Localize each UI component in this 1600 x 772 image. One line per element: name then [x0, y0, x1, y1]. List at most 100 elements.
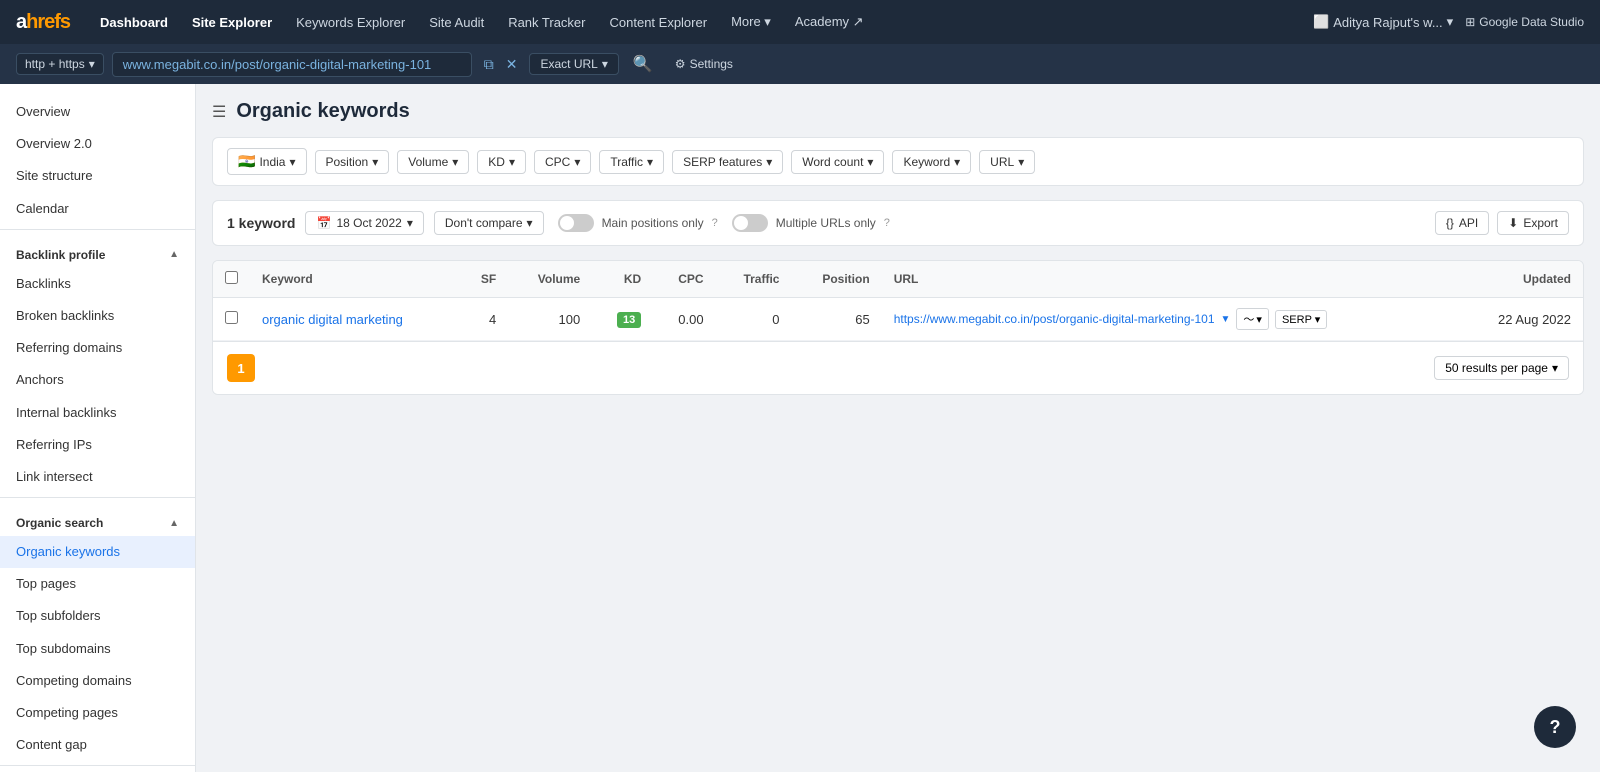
menu-toggle-icon[interactable]: ☰ [212, 102, 226, 122]
multiple-urls-toggle[interactable] [732, 214, 768, 232]
keywords-table: Keyword SF Volume KD CPC Traffic Positio… [213, 261, 1583, 341]
date-picker[interactable]: 📅 18 Oct 2022 ▾ [305, 211, 423, 235]
main-positions-toggle[interactable] [558, 214, 594, 232]
serp-button[interactable]: SERP ▾ [1275, 310, 1327, 329]
results-toolbar: 1 keyword 📅 18 Oct 2022 ▾ Don't compare … [212, 200, 1584, 246]
sidebar-item-referring-domains[interactable]: Referring domains [0, 332, 195, 364]
sidebar-item-top-subdomains[interactable]: Top subdomains [0, 633, 195, 665]
page-title-row: ☰ Organic keywords [212, 100, 1584, 123]
settings-label: Settings [690, 57, 733, 71]
current-page[interactable]: 1 [227, 354, 255, 382]
keyword-count: 1 keyword [227, 215, 295, 231]
filter-cpc[interactable]: CPC ▾ [534, 150, 591, 174]
protocol-selector[interactable]: http + https ▾ [16, 53, 104, 75]
sidebar-item-backlinks[interactable]: Backlinks [0, 268, 195, 300]
clear-url-button[interactable]: ✕ [502, 54, 522, 75]
nav-more[interactable]: More ▾ [721, 10, 781, 34]
nav-keywords-explorer[interactable]: Keywords Explorer [286, 11, 415, 34]
sidebar-item-site-structure[interactable]: Site structure [0, 160, 195, 192]
pagination-row: 1 50 results per page ▾ [213, 341, 1583, 394]
monitor-icon: ⬜ [1313, 14, 1329, 30]
per-page-label: 50 results per page [1445, 361, 1548, 375]
nav-site-audit[interactable]: Site Audit [419, 11, 494, 34]
top-nav: ahrefs Dashboard Site Explorer Keywords … [0, 0, 1600, 44]
sidebar-item-top-subfolders[interactable]: Top subfolders [0, 600, 195, 632]
user-menu[interactable]: ⬜ Aditya Rajput's w... ▾ [1313, 14, 1453, 30]
per-page-selector[interactable]: 50 results per page ▾ [1434, 356, 1569, 380]
url-search-button[interactable]: 🔍 [627, 52, 659, 76]
compare-selector[interactable]: Don't compare ▾ [434, 211, 544, 235]
sidebar-item-competing-pages[interactable]: Competing pages [0, 697, 195, 729]
keyword-link[interactable]: organic digital marketing [262, 312, 403, 327]
filter-cpc-chevron-icon: ▾ [574, 155, 580, 169]
protocol-chevron-icon: ▾ [89, 57, 95, 71]
sidebar-item-calendar[interactable]: Calendar [0, 193, 195, 225]
filter-traffic[interactable]: Traffic ▾ [599, 150, 664, 174]
backlink-profile-chevron-icon: ▲ [169, 249, 179, 260]
settings-button[interactable]: ⚙ Settings [675, 57, 733, 71]
filter-word-count[interactable]: Word count ▾ [791, 150, 884, 174]
col-cpc: CPC [653, 261, 715, 298]
per-page-chevron-icon: ▾ [1552, 361, 1558, 375]
url-expand-icon[interactable]: ▼ [1221, 314, 1231, 325]
filter-volume-chevron-icon: ▾ [452, 155, 458, 169]
api-button[interactable]: {} API [1435, 211, 1489, 235]
table-header-row: Keyword SF Volume KD CPC Traffic Positio… [213, 261, 1583, 298]
result-url-link[interactable]: https://www.megabit.co.in/post/organic-d… [894, 312, 1215, 326]
sidebar-item-referring-ips[interactable]: Referring IPs [0, 429, 195, 461]
backlink-profile-section[interactable]: Backlink profile ▲ [0, 234, 195, 268]
trend-button[interactable]: 〜 ▾ [1236, 308, 1269, 330]
export-icon: ⬇ [1508, 216, 1518, 230]
sidebar-item-anchors[interactable]: Anchors [0, 364, 195, 396]
filter-volume[interactable]: Volume ▾ [397, 150, 469, 174]
sidebar-item-broken-backlinks[interactable]: Broken backlinks [0, 300, 195, 332]
export-button[interactable]: ⬇ Export [1497, 211, 1569, 235]
sidebar-item-content-gap[interactable]: Content gap [0, 729, 195, 761]
row-sf-cell: 4 [458, 298, 508, 341]
filter-keyword-chevron-icon: ▾ [954, 155, 960, 169]
sidebar-item-overview2[interactable]: Overview 2.0 [0, 128, 195, 160]
filter-keyword[interactable]: Keyword ▾ [892, 150, 971, 174]
url-type-selector[interactable]: Exact URL ▾ [529, 53, 618, 75]
table-row: organic digital marketing 4 100 13 0.00 … [213, 298, 1583, 341]
multiple-urls-help-icon[interactable]: ? [884, 217, 890, 229]
logo[interactable]: ahrefs [16, 11, 70, 34]
nav-academy[interactable]: Academy ↗ [785, 10, 874, 34]
select-all-checkbox[interactable] [225, 271, 238, 284]
open-url-button[interactable]: ⧉ [480, 54, 498, 75]
filter-url[interactable]: URL ▾ [979, 150, 1035, 174]
organic-search-section[interactable]: Organic search ▲ [0, 502, 195, 536]
filter-position-label: Position [326, 155, 369, 169]
sidebar-item-link-intersect[interactable]: Link intersect [0, 461, 195, 493]
filter-serp-features[interactable]: SERP features ▾ [672, 150, 783, 174]
nav-site-explorer[interactable]: Site Explorer [182, 11, 282, 34]
serp-chevron-icon: ▾ [1315, 314, 1321, 326]
url-action-buttons: ⧉ ✕ [480, 54, 522, 75]
nav-rank-tracker[interactable]: Rank Tracker [498, 11, 595, 34]
filter-url-label: URL [990, 155, 1014, 169]
backlink-profile-label: Backlink profile [16, 248, 105, 262]
compare-label: Don't compare [445, 216, 523, 230]
main-positions-help-icon[interactable]: ? [712, 217, 718, 229]
row-cpc-cell: 0.00 [653, 298, 715, 341]
row-kd-cell: 13 [592, 298, 653, 341]
sidebar-item-overview[interactable]: Overview [0, 96, 195, 128]
sidebar-item-competing-domains[interactable]: Competing domains [0, 665, 195, 697]
sidebar-item-internal-backlinks[interactable]: Internal backlinks [0, 397, 195, 429]
filter-india[interactable]: 🇮🇳 India ▾ [227, 148, 307, 175]
gds-label: Google Data Studio [1479, 15, 1584, 29]
multiple-urls-toggle-group: Multiple URLs only ? [732, 214, 890, 232]
filter-position[interactable]: Position ▾ [315, 150, 390, 174]
gds-link[interactable]: ⊞ Google Data Studio [1465, 15, 1584, 29]
filter-cpc-label: CPC [545, 155, 570, 169]
sidebar-item-top-pages[interactable]: Top pages [0, 568, 195, 600]
organic-search-chevron-icon: ▲ [169, 518, 179, 529]
username: Aditya Rajput's w... [1333, 15, 1442, 30]
filter-kd[interactable]: KD ▾ [477, 150, 526, 174]
nav-dashboard[interactable]: Dashboard [90, 11, 178, 34]
row-checkbox[interactable] [225, 311, 238, 324]
help-fab[interactable]: ? [1534, 706, 1576, 748]
sidebar-item-organic-keywords[interactable]: Organic keywords [0, 536, 195, 568]
protocol-label: http + https [25, 57, 85, 71]
nav-content-explorer[interactable]: Content Explorer [600, 11, 718, 34]
